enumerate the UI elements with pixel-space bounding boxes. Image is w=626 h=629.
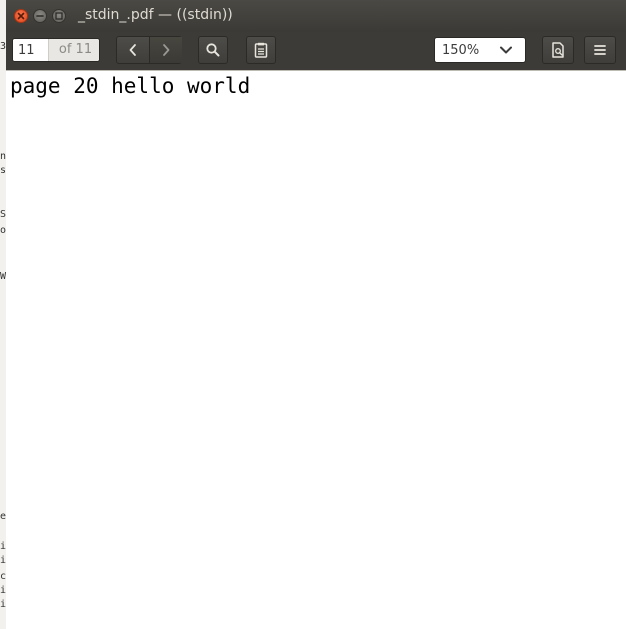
clipboard-icon [254, 42, 268, 58]
page-total-label: of 11 [48, 39, 99, 61]
minimize-window-button[interactable] [33, 9, 47, 23]
page-view-button[interactable] [542, 36, 574, 64]
annotations-button[interactable] [246, 36, 276, 64]
document-text: page 20 hello world [10, 74, 251, 98]
minimize-icon [36, 15, 44, 17]
document-icon [552, 42, 564, 58]
document-view[interactable]: page 20 hello world [6, 70, 626, 629]
search-icon [206, 43, 220, 57]
maximize-icon [55, 12, 63, 20]
page-number-input[interactable] [13, 39, 47, 61]
chevron-right-icon [163, 44, 170, 56]
main-menu-button[interactable] [584, 36, 616, 64]
toolbar: of 11 [6, 32, 626, 70]
next-page-button[interactable] [150, 37, 182, 63]
page-navigation-group [116, 36, 182, 64]
zoom-value: 150% [442, 43, 480, 58]
window-title: _stdin_.pdf — ((stdin)) [78, 7, 233, 23]
close-window-button[interactable] [14, 9, 28, 23]
zoom-select[interactable]: 150% [434, 37, 526, 63]
page-selector: of 11 [12, 38, 100, 62]
search-button[interactable] [198, 36, 228, 64]
maximize-window-button[interactable] [52, 9, 66, 23]
close-icon [17, 12, 25, 20]
pdf-viewer-window: _stdin_.pdf — ((stdin)) of 11 [6, 0, 626, 629]
hamburger-menu-icon [594, 45, 606, 55]
chevron-left-icon [129, 44, 136, 56]
titlebar[interactable]: _stdin_.pdf — ((stdin)) [6, 0, 626, 32]
previous-page-button[interactable] [117, 37, 150, 63]
chevron-down-icon [500, 46, 512, 54]
